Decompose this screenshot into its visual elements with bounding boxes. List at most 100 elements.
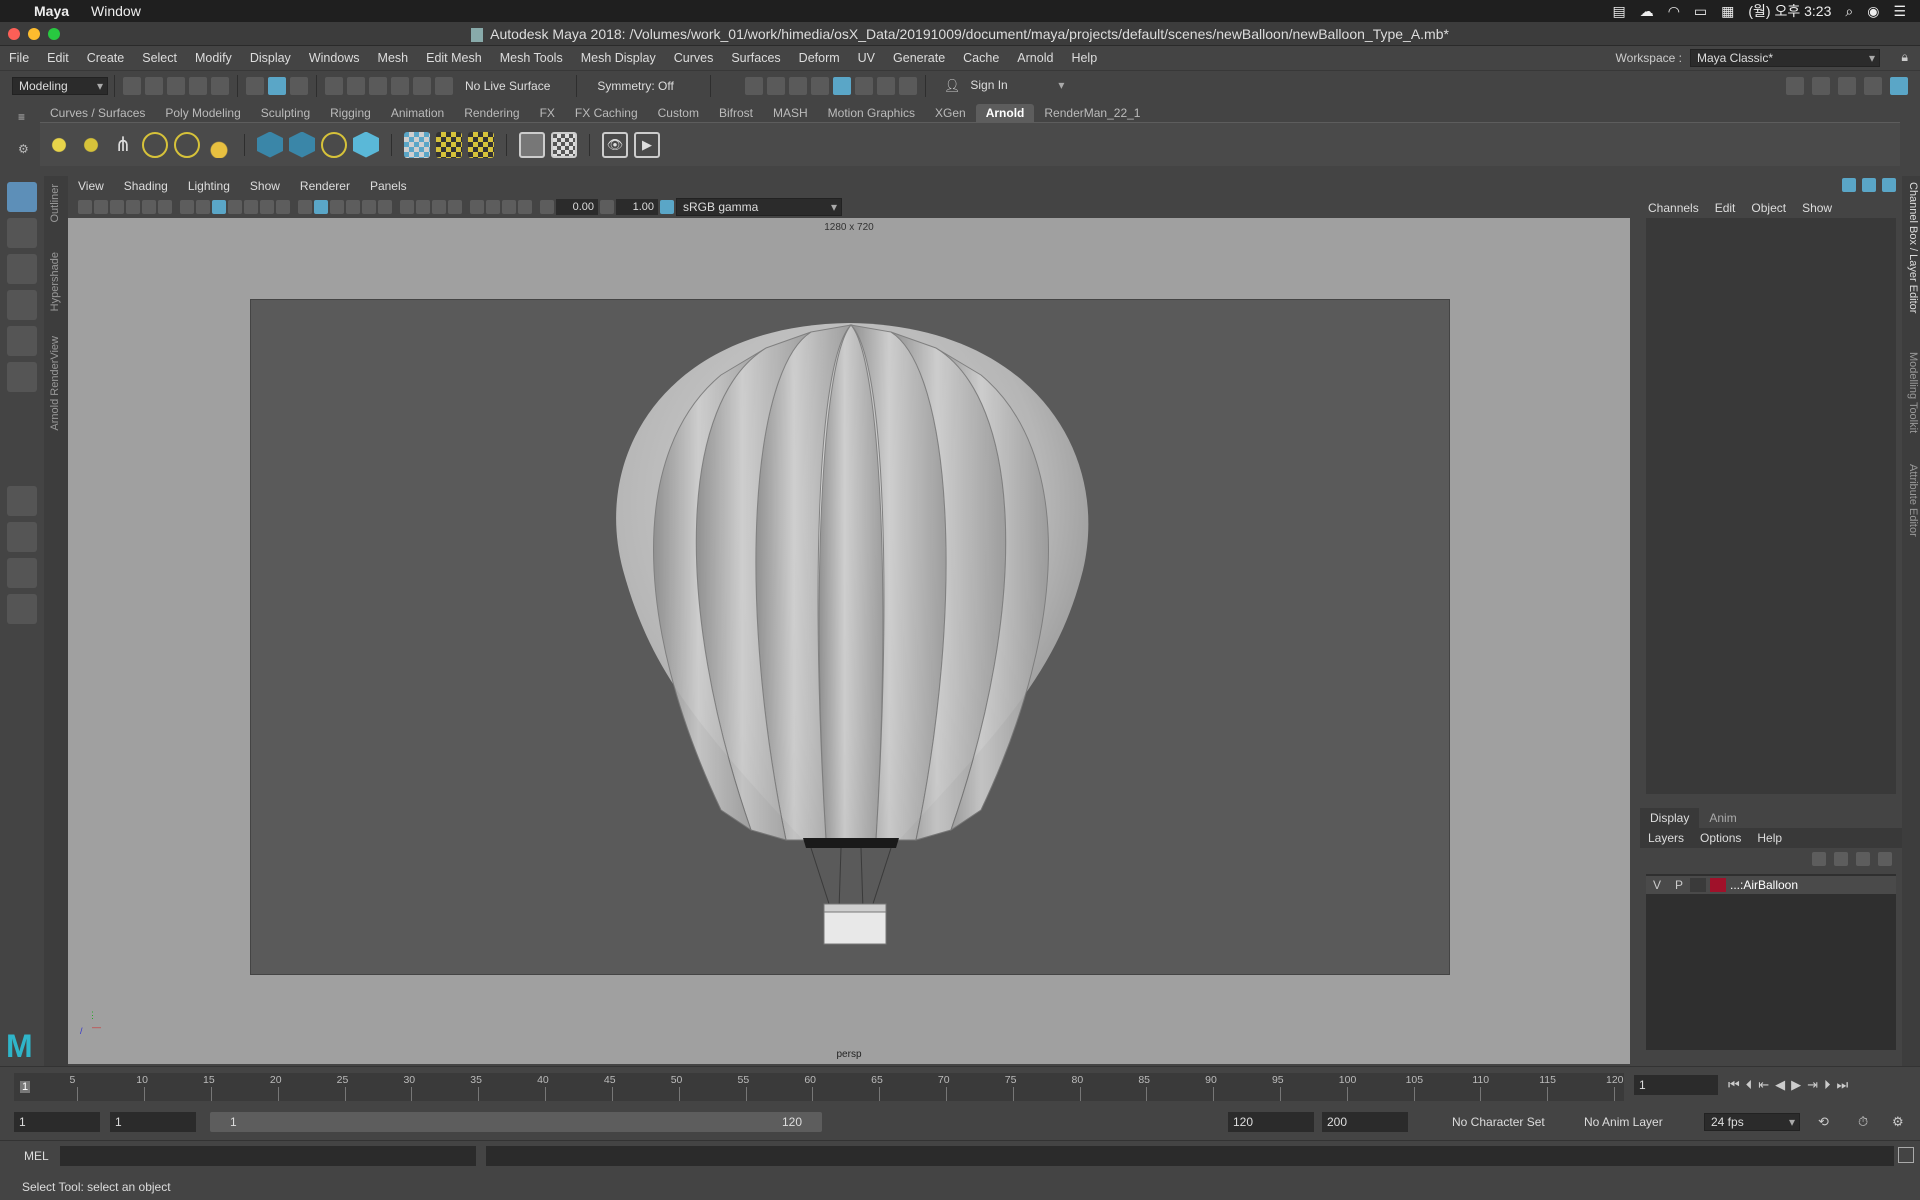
flag-icon[interactable]: ▦ <box>1721 3 1734 20</box>
grease-pencil-icon[interactable] <box>158 200 172 214</box>
menu-mesh[interactable]: Mesh <box>369 51 418 65</box>
xray-active-components-icon[interactable] <box>502 200 516 214</box>
hypershade-icon[interactable] <box>832 76 851 95</box>
zoom-window-button[interactable] <box>48 28 60 40</box>
screen-space-ao-icon[interactable] <box>400 200 414 214</box>
select-hierarchy-icon[interactable] <box>246 76 264 95</box>
channel-box-layer-editor-tab[interactable]: Channel Box / Layer Editor <box>1907 182 1919 313</box>
arnold-txmanager-icon[interactable] <box>404 131 430 158</box>
menu-windows[interactable]: Windows <box>300 51 369 65</box>
menu-curves[interactable]: Curves <box>665 51 723 65</box>
pause-icon[interactable] <box>898 76 917 95</box>
arnold-physical-sky-icon[interactable] <box>206 131 232 158</box>
layer-menu-layers[interactable]: Layers <box>1640 828 1692 848</box>
panel-menu-shading[interactable]: Shading <box>114 179 178 193</box>
lock-icon[interactable]: 🔒︎ <box>1901 50 1908 65</box>
current-frame-field[interactable]: 1 <box>1634 1075 1718 1095</box>
single-perspective-layout-icon[interactable] <box>7 486 37 516</box>
layer-tab-anim[interactable]: Anim <box>1699 808 1746 828</box>
exposure-field[interactable]: 0.00 <box>556 199 598 215</box>
step-back-frame-icon[interactable]: ⏴ <box>1746 1077 1753 1093</box>
command-language-label[interactable]: MEL <box>24 1149 49 1163</box>
paint-select-tool-icon[interactable] <box>7 254 37 284</box>
four-view-layout-icon[interactable] <box>7 522 37 552</box>
menuset-dropdown[interactable]: Modeling <box>12 76 108 95</box>
arnold-flush-textures-icon[interactable] <box>436 131 462 158</box>
auto-key-icon[interactable]: ⏱ <box>1858 1114 1868 1130</box>
play-backwards-icon[interactable]: ◀ <box>1775 1077 1785 1093</box>
shelf-settings-icon[interactable]: ⚙ <box>18 142 29 156</box>
modeling-toolkit-icon[interactable] <box>1786 76 1804 95</box>
move-layer-up-icon[interactable] <box>1812 852 1826 866</box>
menu-select[interactable]: Select <box>133 51 186 65</box>
hot-air-balloon-model[interactable] <box>251 300 1451 976</box>
shelf-tab-animation[interactable]: Animation <box>381 104 454 122</box>
tool-settings-toggle-icon[interactable] <box>1882 178 1896 192</box>
command-input[interactable] <box>60 1146 476 1166</box>
color-management-icon[interactable] <box>660 200 674 214</box>
menu-surfaces[interactable]: Surfaces <box>722 51 789 65</box>
live-surface-label[interactable]: No Live Surface <box>465 79 550 93</box>
go-to-end-icon[interactable]: ⏭ <box>1837 1077 1849 1093</box>
panel-menu-renderer[interactable]: Renderer <box>290 179 360 193</box>
xray-icon[interactable] <box>486 200 500 214</box>
rotate-tool-icon[interactable] <box>7 326 37 356</box>
channel-box-menu-edit[interactable]: Edit <box>1707 201 1744 215</box>
step-forward-key-icon[interactable]: ⇥ <box>1807 1077 1818 1093</box>
menu-generate[interactable]: Generate <box>884 51 954 65</box>
arnold-standin-icon[interactable] <box>257 131 283 158</box>
shelf-tab-fx-caching[interactable]: FX Caching <box>565 104 648 122</box>
exposure-icon[interactable] <box>540 200 554 214</box>
panel-menu-view[interactable]: View <box>68 179 114 193</box>
app-menu[interactable]: Maya <box>34 3 69 19</box>
two-view-layout-icon[interactable] <box>7 558 37 588</box>
snap-grid-icon[interactable] <box>325 76 343 95</box>
camera-attributes-icon[interactable] <box>94 200 108 214</box>
grid-icon[interactable] <box>180 200 194 214</box>
color-space-dropdown[interactable]: sRGB gamma <box>676 198 842 216</box>
arnold-flush-cache-icon[interactable] <box>468 131 494 158</box>
lasso-tool-icon[interactable] <box>7 218 37 248</box>
bookmark-icon[interactable] <box>110 200 124 214</box>
panel-menu-show[interactable]: Show <box>240 179 290 193</box>
render-view-icon[interactable] <box>854 76 873 95</box>
shelf-tab-bifrost[interactable]: Bifrost <box>709 104 763 122</box>
step-back-key-icon[interactable]: ⇤ <box>1758 1077 1769 1093</box>
isolate-select-icon[interactable] <box>470 200 484 214</box>
shelf-tab-sculpting[interactable]: Sculpting <box>251 104 320 122</box>
go-to-start-icon[interactable]: ⏮ <box>1728 1077 1740 1093</box>
snap-curve-icon[interactable] <box>347 76 365 95</box>
step-forward-frame-icon[interactable]: ⏵ <box>1824 1077 1831 1093</box>
snap-surface-icon[interactable] <box>413 76 431 95</box>
textured-icon[interactable] <box>346 200 360 214</box>
arnold-render-icon[interactable] <box>519 131 545 158</box>
arnold-volume-icon[interactable] <box>353 131 379 158</box>
layer-name[interactable]: ...:AirBalloon <box>1730 878 1798 892</box>
resolution-gate-icon[interactable] <box>212 200 226 214</box>
safe-action-icon[interactable] <box>260 200 274 214</box>
shelf-tab-xgen[interactable]: XGen <box>925 104 976 122</box>
panel-menu-lighting[interactable]: Lighting <box>178 179 240 193</box>
snap-plane-icon[interactable] <box>435 76 453 95</box>
motion-blur-icon[interactable] <box>416 200 430 214</box>
list-icon[interactable]: ☰ <box>1893 3 1906 20</box>
wireframe-icon[interactable] <box>298 200 312 214</box>
smooth-shade-icon[interactable] <box>314 200 328 214</box>
multisample-aa-icon[interactable] <box>432 200 446 214</box>
layer-visibility-toggle[interactable]: V <box>1646 878 1668 892</box>
new-scene-icon[interactable] <box>123 76 141 95</box>
shelf-menu-icon[interactable]: ≡ <box>18 110 25 124</box>
cloud-icon[interactable]: ☁ <box>1640 3 1654 20</box>
arnold-area-light-icon[interactable] <box>46 131 72 158</box>
render-settings-icon[interactable] <box>810 76 829 95</box>
menu-display[interactable]: Display <box>241 51 300 65</box>
shelf-tab-curves-surfaces[interactable]: Curves / Surfaces <box>40 104 155 122</box>
sign-in-dropdown[interactable]: Sign In <box>964 76 1069 95</box>
loop-icon[interactable]: ⟲ <box>1818 1114 1829 1130</box>
channel-box-body[interactable] <box>1646 218 1896 794</box>
channel-box-menu-channels[interactable]: Channels <box>1640 201 1707 215</box>
safe-title-icon[interactable] <box>276 200 290 214</box>
shelf-tab-custom[interactable]: Custom <box>648 104 709 122</box>
shelf-tab-rendering[interactable]: Rendering <box>454 104 529 122</box>
menu-edit-mesh[interactable]: Edit Mesh <box>417 51 491 65</box>
